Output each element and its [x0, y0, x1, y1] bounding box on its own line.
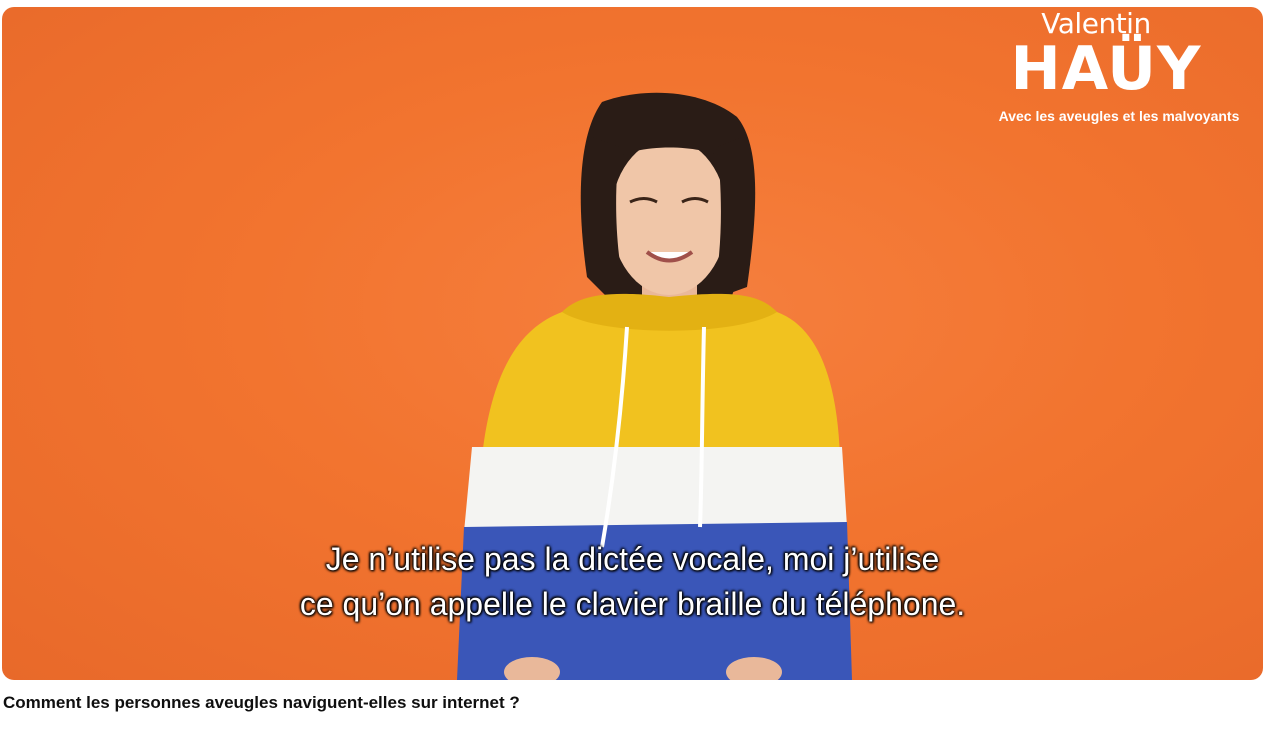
- video-subtitles: Je n’utilise pas la dictée vocale, moi j…: [2, 537, 1263, 627]
- page: Valentin HAÜY Avec les aveugles et les m…: [0, 0, 1270, 729]
- video-title[interactable]: Comment les personnes aveugles naviguent…: [3, 693, 520, 713]
- video-player[interactable]: Valentin HAÜY Avec les aveugles et les m…: [2, 7, 1263, 680]
- logo-line-2: HAÜY: [1010, 34, 1202, 104]
- subtitle-line-2: ce qu’on appelle le clavier braille du t…: [299, 586, 966, 622]
- logo-tagline: Avec les aveugles et les malvoyants: [998, 108, 1240, 124]
- valentin-hauy-logo: Valentin HAÜY Avec les aveugles et les m…: [991, 9, 1241, 125]
- subtitle-line-1: Je n’utilise pas la dictée vocale, moi j…: [325, 541, 940, 577]
